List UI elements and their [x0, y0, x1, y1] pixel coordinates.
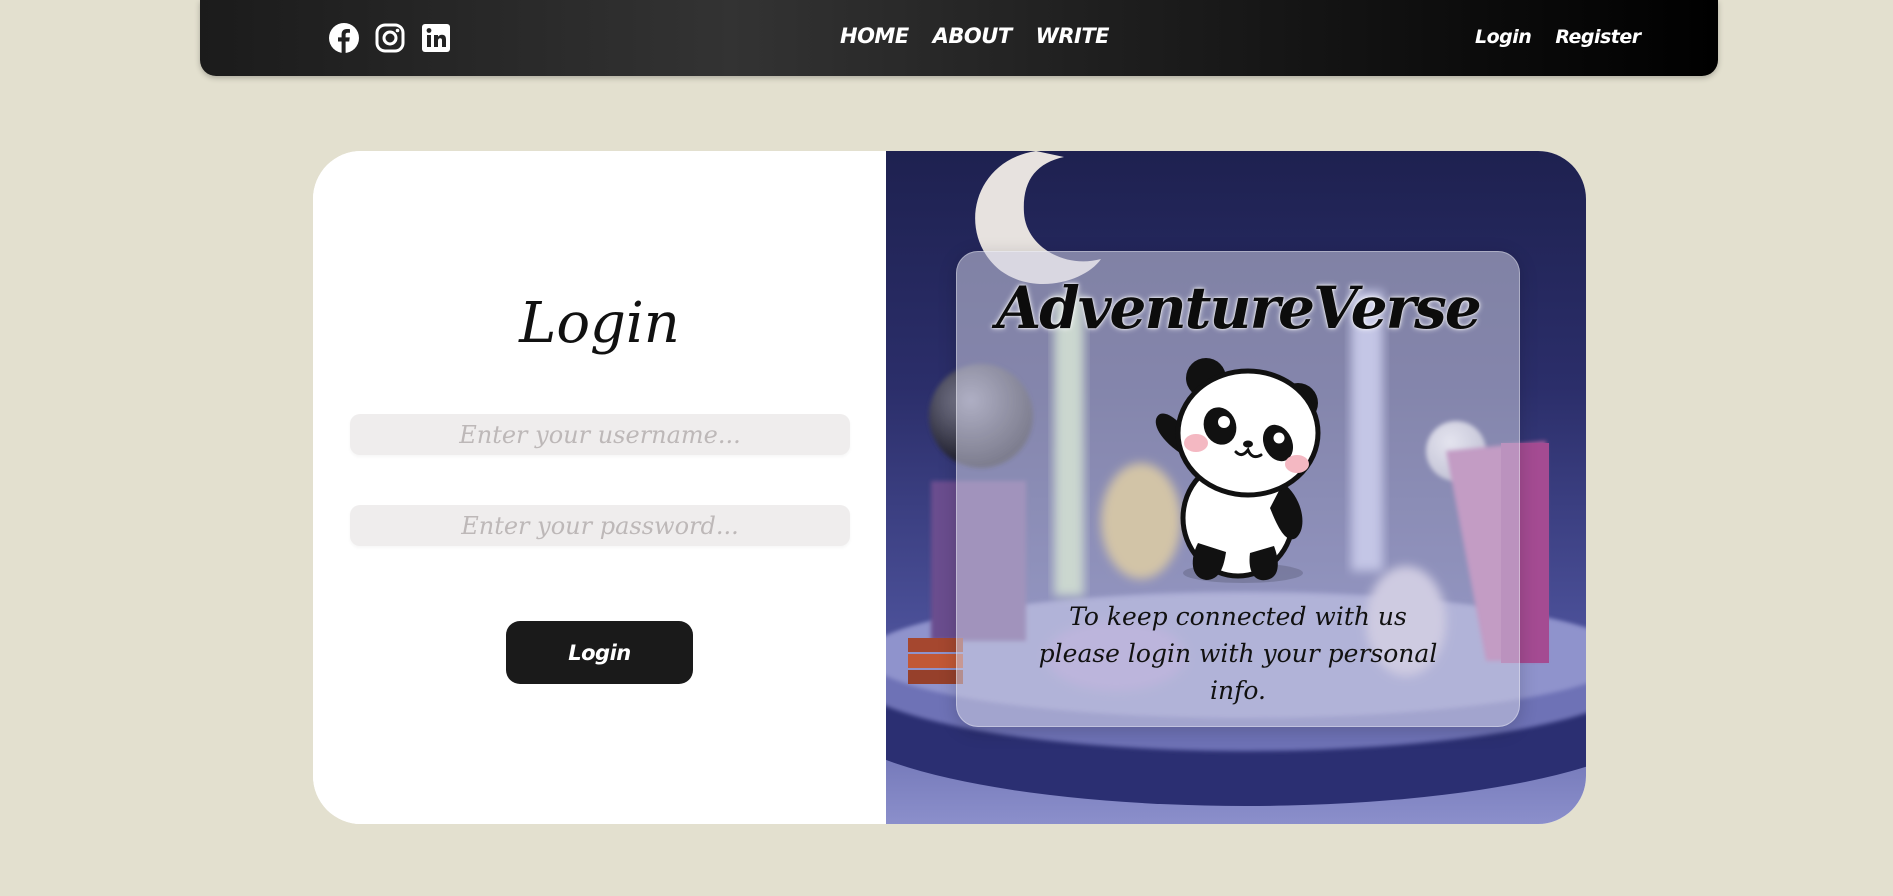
- welcome-tagline: To keep connected with us please login w…: [1038, 602, 1438, 705]
- facebook-icon[interactable]: [328, 22, 360, 54]
- promo-panel: AdventureVerse To keep connected with us…: [886, 151, 1586, 824]
- login-button[interactable]: Login: [506, 621, 693, 684]
- main-nav: HOME ABOUT WRITE: [840, 24, 1110, 48]
- navbar: HOME ABOUT WRITE Login Register: [200, 0, 1718, 76]
- username-input[interactable]: [350, 414, 850, 455]
- brand-title: AdventureVerse: [996, 274, 1481, 342]
- nav-write-link[interactable]: WRITE: [1036, 24, 1110, 48]
- nav-register-link[interactable]: Register: [1555, 26, 1641, 48]
- nav-about-link[interactable]: ABOUT: [933, 24, 1013, 48]
- login-card: Login Login: [313, 151, 1586, 824]
- nav-home-link[interactable]: HOME: [840, 24, 909, 48]
- auth-nav: Login Register: [1475, 26, 1641, 48]
- linkedin-icon[interactable]: [420, 22, 452, 54]
- welcome-glass-card: AdventureVerse To keep connected with us…: [956, 251, 1520, 727]
- waving-panda-illustration: [1155, 358, 1321, 583]
- instagram-icon[interactable]: [374, 22, 406, 54]
- social-links: [328, 22, 452, 54]
- login-title: Login: [519, 291, 680, 356]
- nav-login-link[interactable]: Login: [1475, 26, 1532, 48]
- password-input[interactable]: [350, 505, 850, 546]
- login-form-panel: Login Login: [313, 151, 886, 824]
